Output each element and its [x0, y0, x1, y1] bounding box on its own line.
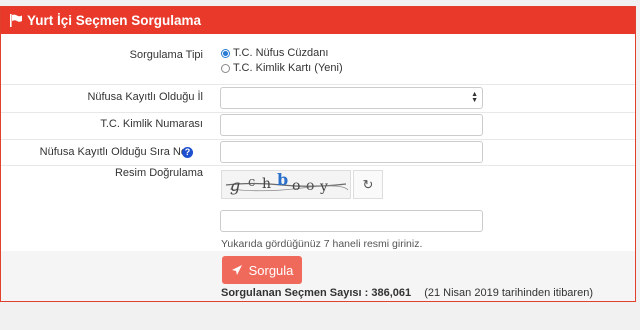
chevron-up-down-icon: ▲ ▼	[471, 91, 478, 104]
sequence-no-label: Nüfusa Kayıtlı Olduğu Sıra No	[39, 146, 187, 158]
captcha-input[interactable]	[220, 210, 483, 232]
id-number-input[interactable]	[220, 114, 483, 136]
svg-text:o: o	[292, 178, 300, 194]
svg-text:g: g	[230, 176, 240, 195]
submit-label: Sorgula	[248, 262, 294, 278]
id-number-label: T.C. Kimlik Numarası	[100, 118, 203, 130]
refresh-icon[interactable]: ↻	[353, 170, 383, 199]
query-count-since: (21 Nisan 2019 tarihinden itibaren)	[424, 287, 593, 299]
radio-button-checked[interactable]	[221, 48, 230, 58]
radio-option-label: T.C. Kimlik Kartı (Yeni)	[233, 62, 343, 74]
question-circle-icon[interactable]: ?	[182, 147, 193, 158]
province-row: Nüfusa Kayıtlı Olduğu İl ▲ ▼	[1, 84, 635, 113]
svg-text:c: c	[248, 175, 255, 190]
submit-button[interactable]: Sorgula	[222, 256, 302, 284]
query-count: Sorgulanan Seçmen Sayısı : 386,061 (21 N…	[221, 287, 593, 299]
svg-text:y: y	[319, 179, 328, 195]
svg-text:h: h	[262, 176, 271, 192]
province-select[interactable]: ▲ ▼	[220, 87, 483, 109]
flag-icon	[9, 14, 23, 27]
paper-plane-icon	[231, 264, 243, 276]
radio-option-kimlik-karti[interactable]: T.C. Kimlik Kartı (Yeni)	[221, 62, 343, 74]
voter-query-panel: Yurt İçi Seçmen Sorgulama Sorgulama Tipi…	[0, 6, 636, 302]
query-type-label: Sorgulama Tipi	[129, 49, 203, 61]
radio-button[interactable]	[221, 63, 230, 73]
captcha-hint: Yukarıda gördüğünüz 7 haneli resmi girin…	[221, 238, 423, 250]
panel-header: Yurt İçi Seçmen Sorgulama	[1, 7, 635, 34]
sequence-no-row: Nüfusa Kayıtlı Olduğu Sıra No ?	[1, 139, 635, 166]
captcha-image: g c h b o o y	[221, 170, 351, 199]
svg-text:o: o	[306, 178, 314, 194]
query-count-value: Sorgulanan Seçmen Sayısı : 386,061	[221, 287, 412, 299]
page-title: Yurt İçi Seçmen Sorgulama	[27, 13, 202, 28]
radio-option-nufus-cuzdani[interactable]: T.C. Nüfus Cüzdanı	[221, 47, 328, 59]
query-type-row: Sorgulama Tipi T.C. Nüfus Cüzdanı T.C. K…	[1, 35, 635, 85]
captcha-label: Resim Doğrulama	[114, 167, 203, 179]
sequence-no-input[interactable]	[220, 141, 483, 163]
province-label: Nüfusa Kayıtlı Olduğu İl	[87, 91, 203, 103]
svg-text:b: b	[277, 171, 288, 189]
id-number-row: T.C. Kimlik Numarası	[1, 112, 635, 140]
radio-option-label: T.C. Nüfus Cüzdanı	[233, 47, 329, 59]
